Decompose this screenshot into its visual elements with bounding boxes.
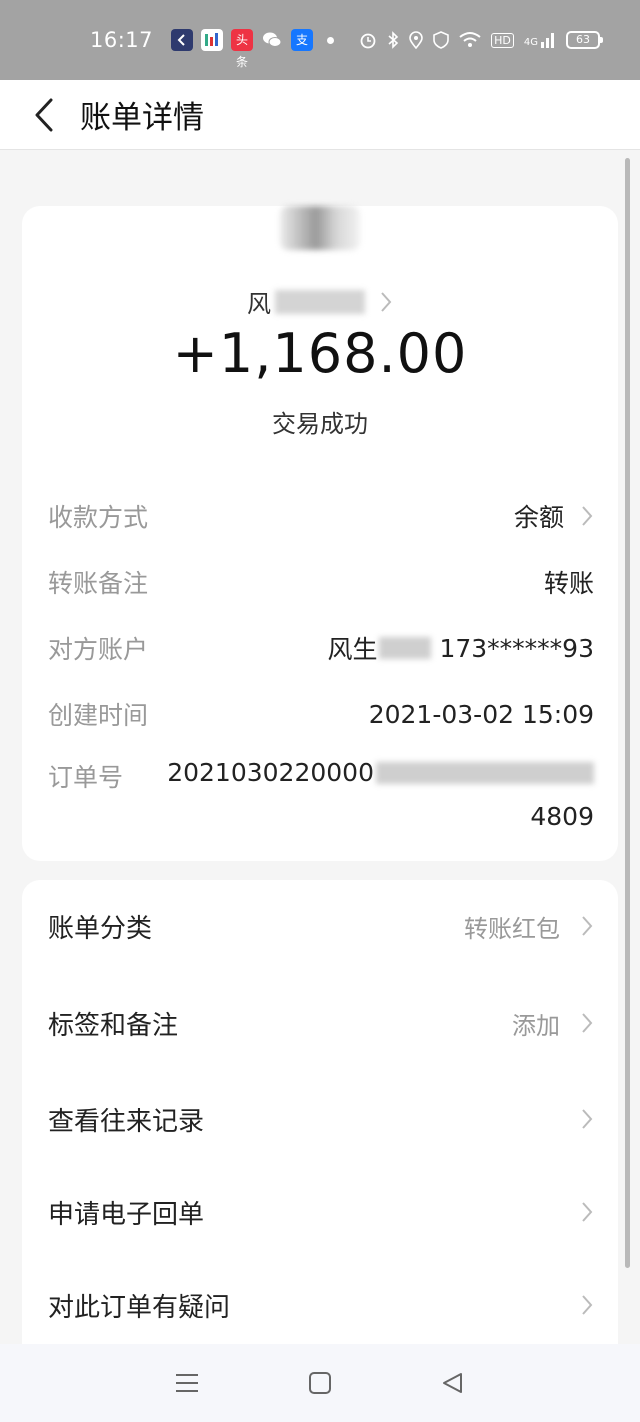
system-nav-bar — [0, 1344, 640, 1422]
avatar — [280, 206, 360, 250]
tags-notes-value: 添加 — [512, 1011, 560, 1040]
created-time-value: 2021-03-02 15:09 — [368, 699, 594, 729]
bill-category-value: 转账红包 — [464, 914, 560, 943]
order-question-row[interactable]: 对此订单有疑问 — [48, 1275, 594, 1335]
page-title: 账单详情 — [80, 100, 204, 136]
battery-indicator: 63 — [566, 31, 603, 49]
network-type: 4G — [524, 32, 556, 48]
counterparty-name[interactable]: 风 — [22, 284, 618, 319]
payment-method-value: 余额 — [513, 503, 564, 532]
order-number-label: 订单号 — [48, 763, 124, 792]
menu-icon[interactable] — [167, 1363, 207, 1403]
created-time-label: 创建时间 — [48, 701, 149, 730]
account-label: 对方账户 — [48, 635, 149, 664]
counterparty-name-text: 风 — [247, 290, 271, 318]
amount: +1,168.00 — [172, 322, 468, 385]
order-number-prefix: 2021030220000 — [167, 758, 374, 787]
location-icon — [409, 31, 423, 49]
wechat-icon — [261, 29, 283, 51]
back-icon[interactable] — [22, 93, 66, 137]
chevron-right-icon — [582, 1202, 593, 1222]
status-right: HD 4G 63 — [359, 31, 603, 49]
back-triangle-icon[interactable] — [433, 1363, 473, 1403]
chevron-right-icon — [582, 1109, 593, 1129]
transaction-card: 风 +1,168.00 交易成功 收款方式 余额 转账备注 转账 对方账户 风生… — [22, 206, 618, 861]
chevron-right-icon — [582, 916, 593, 936]
redacted-name — [275, 289, 365, 314]
tags-notes-row[interactable]: 标签和备注 添加 — [48, 993, 594, 1053]
e-receipt-label: 申请电子回单 — [48, 1199, 205, 1230]
alarm-icon — [360, 33, 376, 49]
alipay-icon: 支 — [291, 29, 314, 51]
scrollbar[interactable] — [625, 158, 630, 1268]
trade-status: 交易成功 — [272, 410, 368, 438]
created-time-row: 创建时间 2021-03-02 15:09 — [48, 694, 594, 734]
redacted-account-name — [379, 637, 432, 659]
view-history-label: 查看往来记录 — [48, 1106, 205, 1137]
account-value: 风生 173******93 — [327, 630, 594, 666]
notification-icons: 头条 支 — [171, 29, 314, 69]
payment-method-label: 收款方式 — [48, 503, 149, 532]
remark-label: 转账备注 — [48, 569, 149, 598]
status-time: 16:17 — [90, 28, 154, 52]
payment-method-value-wrap: 余额 — [514, 498, 594, 534]
bluetooth-icon — [388, 31, 399, 49]
chevron-right-icon — [582, 1013, 593, 1033]
chevron-right-icon — [582, 1295, 593, 1315]
remark-row: 转账备注 转账 — [48, 562, 594, 602]
account-row: 对方账户 风生 173******93 — [48, 628, 594, 668]
more-notifications-dot — [327, 36, 335, 44]
redacted-order-number — [376, 761, 594, 784]
actions-card: 账单分类 转账红包 标签和备注 添加 查看往来记录 申请电子回单 对此订单有疑问 — [22, 880, 618, 1350]
home-icon[interactable] — [300, 1363, 340, 1403]
status-bar: 16:17 头条 支 HD 4G 63 — [0, 0, 640, 80]
chevron-right-icon — [381, 291, 392, 312]
signal-icon — [541, 33, 554, 48]
order-number-suffix: 4809 — [530, 802, 594, 831]
chevron-right-icon — [582, 506, 593, 526]
news-icon — [201, 29, 224, 51]
order-number-line1: 2021030220000 — [167, 758, 594, 787]
hd-badge: HD — [491, 32, 514, 48]
tags-notes-label: 标签和备注 — [48, 1010, 179, 1041]
payment-method-row[interactable]: 收款方式 余额 — [48, 496, 594, 536]
app-icon — [171, 29, 194, 51]
shield-icon — [433, 31, 449, 49]
order-question-label: 对此订单有疑问 — [48, 1292, 231, 1323]
account-phone: 173******93 — [439, 633, 594, 663]
view-history-row[interactable]: 查看往来记录 — [48, 1089, 594, 1149]
header: 账单详情 — [0, 80, 640, 150]
account-name: 风生 — [327, 635, 378, 664]
bill-category-label: 账单分类 — [48, 913, 153, 944]
wifi-icon — [459, 32, 481, 47]
bill-category-row[interactable]: 账单分类 转账红包 — [48, 896, 594, 956]
e-receipt-row[interactable]: 申请电子回单 — [48, 1182, 594, 1242]
toutiao-icon: 头条 — [231, 29, 254, 69]
remark-value: 转账 — [543, 569, 594, 598]
